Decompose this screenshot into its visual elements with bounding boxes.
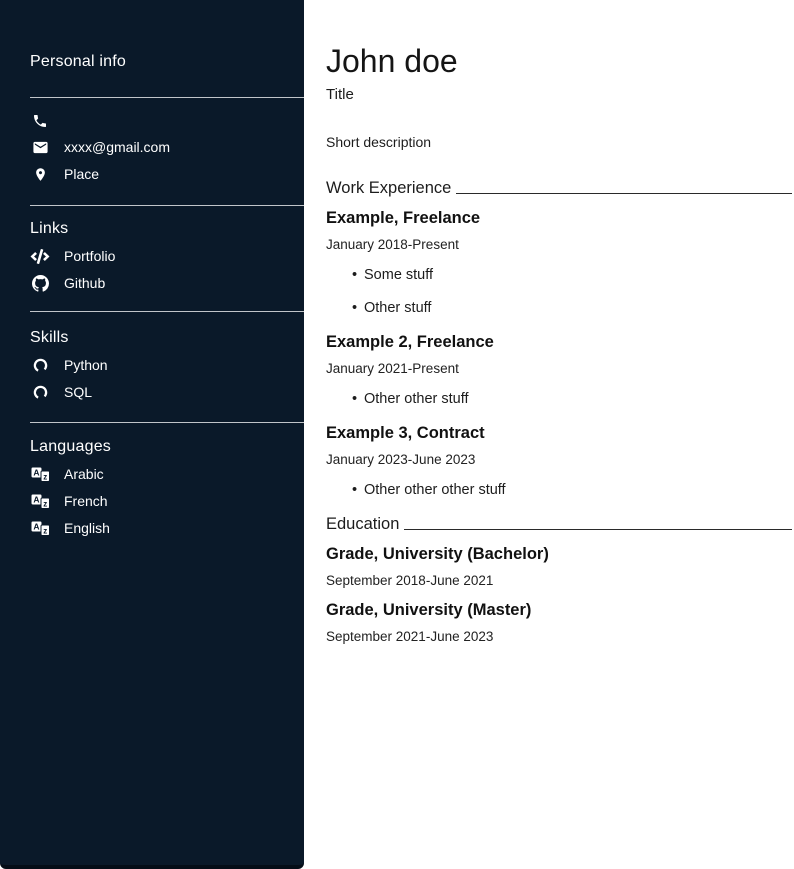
work-entry-period: January 2021-Present — [326, 361, 792, 377]
work-entry-period: January 2023-June 2023 — [326, 452, 792, 468]
location-text: Place — [64, 166, 99, 183]
sidebar-divider — [30, 422, 304, 423]
education-heading: Education — [326, 516, 792, 533]
circle-notch-icon — [30, 357, 50, 375]
work-entry-period: January 2018-Present — [326, 237, 792, 253]
work-entry-title: Example 3, Contract — [326, 424, 792, 443]
languages-list: Az Arabic Az French Az English — [30, 461, 304, 542]
work-entry-bullets: Some stuff Other stuff — [326, 267, 792, 317]
contact-row-phone — [30, 107, 304, 134]
link-row-portfolio[interactable]: Portfolio — [30, 243, 304, 270]
svg-text:A: A — [33, 495, 39, 505]
person-name: John doe — [326, 44, 792, 78]
language-icon: Az — [30, 493, 50, 511]
contact-list: xxxx@gmail.com Place — [30, 107, 304, 188]
language-icon: Az — [30, 466, 50, 484]
sidebar-divider — [30, 311, 304, 312]
github-icon — [30, 275, 50, 293]
location-icon — [30, 166, 50, 184]
language-row: Az English — [30, 515, 304, 542]
links-list: Portfolio Github — [30, 243, 304, 297]
work-entry-title: Example, Freelance — [326, 209, 792, 228]
link-row-github[interactable]: Github — [30, 270, 304, 297]
section-rule — [404, 529, 792, 530]
language-label: Arabic — [64, 466, 104, 483]
section-title: Work Experience — [326, 180, 451, 197]
svg-text:z: z — [43, 473, 47, 482]
education-entry: Grade, University (Bachelor) September 2… — [326, 545, 792, 589]
section-rule — [456, 193, 792, 194]
education-entry-period: September 2018-June 2021 — [326, 573, 792, 589]
bullet-item: Other other stuff — [326, 391, 792, 408]
email-text: xxxx@gmail.com — [64, 139, 170, 156]
education-entry-title: Grade, University (Master) — [326, 601, 792, 620]
svg-text:A: A — [33, 468, 39, 478]
phone-icon — [30, 112, 50, 130]
skill-row: SQL — [30, 379, 304, 406]
language-icon: Az — [30, 520, 50, 538]
skill-label: Python — [64, 357, 108, 374]
bullet-item: Other stuff — [326, 300, 792, 317]
sidebar-divider — [30, 205, 304, 206]
circle-notch-icon — [30, 384, 50, 402]
language-row: Az Arabic — [30, 461, 304, 488]
resume-main: John doe Title Short description Work Ex… — [326, 0, 794, 869]
education-entry-period: September 2021-June 2023 — [326, 629, 792, 645]
language-label: French — [64, 493, 108, 510]
links-heading: Links — [30, 219, 304, 239]
skill-row: Python — [30, 352, 304, 379]
personal-info-heading: Personal info — [30, 52, 304, 72]
email-icon — [30, 139, 50, 157]
link-label[interactable]: Github — [64, 275, 105, 292]
sidebar: Personal info xxxx@gmail.com Place — [0, 0, 304, 869]
work-entry-bullets: Other other stuff — [326, 391, 792, 408]
sidebar-divider — [30, 97, 304, 98]
skill-label: SQL — [64, 384, 92, 401]
education-entry: Grade, University (Master) September 202… — [326, 601, 792, 645]
education-entry-title: Grade, University (Bachelor) — [326, 545, 792, 564]
contact-row-location: Place — [30, 161, 304, 188]
work-experience-heading: Work Experience — [326, 180, 792, 197]
bullet-item: Other other other stuff — [326, 482, 792, 499]
skills-list: Python SQL — [30, 352, 304, 406]
languages-heading: Languages — [30, 437, 304, 457]
svg-text:z: z — [43, 527, 47, 536]
short-description: Short description — [326, 134, 792, 151]
work-entry: Example 2, Freelance January 2021-Presen… — [326, 333, 792, 408]
bullet-item: Some stuff — [326, 267, 792, 284]
work-entry-title: Example 2, Freelance — [326, 333, 792, 352]
work-entry: Example 3, Contract January 2023-June 20… — [326, 424, 792, 499]
education-section: Education Grade, University (Bachelor) S… — [326, 516, 792, 645]
work-entry-bullets: Other other other stuff — [326, 482, 792, 499]
resume-page: Personal info xxxx@gmail.com Place — [0, 0, 794, 869]
link-label[interactable]: Portfolio — [64, 248, 115, 265]
code-icon — [30, 248, 50, 266]
language-row: Az French — [30, 488, 304, 515]
section-title: Education — [326, 516, 399, 533]
work-entry: Example, Freelance January 2018-Present … — [326, 209, 792, 317]
work-experience-section: Work Experience Example, Freelance Janua… — [326, 180, 792, 499]
skills-heading: Skills — [30, 328, 304, 348]
svg-text:A: A — [33, 522, 39, 532]
person-title: Title — [326, 86, 792, 104]
svg-text:z: z — [43, 500, 47, 509]
language-label: English — [64, 520, 110, 537]
contact-row-email: xxxx@gmail.com — [30, 134, 304, 161]
